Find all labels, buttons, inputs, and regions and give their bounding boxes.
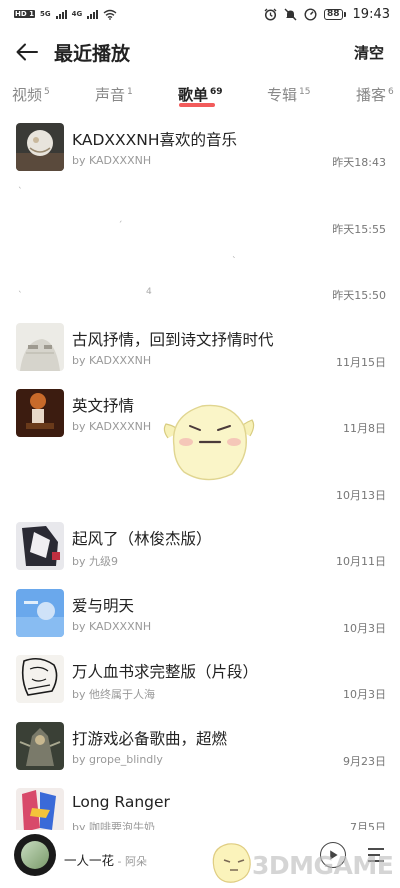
playlist-title: 起风了（林俊杰版）: [72, 530, 212, 548]
played-time: 昨天18:43: [332, 156, 386, 169]
list-item[interactable]: 打游戏必备歌曲，超燃 by grope_blindly 9月23日: [0, 713, 400, 780]
tab-count: 69: [210, 87, 223, 97]
playlist-title: Long Ranger: [72, 793, 170, 811]
tab-label: 播客: [356, 86, 387, 104]
signal-icon: [87, 9, 99, 19]
tab-podcast[interactable]: 播客 6: [356, 84, 394, 105]
tab-audio[interactable]: 声音 1: [95, 84, 133, 105]
playlist-cover: [16, 522, 64, 570]
header: 最近播放 清空: [0, 32, 400, 72]
tab-label: 视频: [12, 86, 43, 104]
now-playing-text: 一人一花 - 阿朵: [64, 850, 147, 869]
list-item[interactable]: 起风了（林俊杰版） by 九级9 10月11日: [0, 513, 400, 580]
now-playing-cover[interactable]: [14, 834, 56, 876]
tab-video[interactable]: 视频 5: [12, 84, 50, 105]
playlist-creator: by KADXXXNH: [72, 353, 152, 367]
list-item[interactable]: 爱与明天 by KADXXXNH 10月3日: [0, 580, 400, 647]
played-time: 10月11日: [336, 555, 386, 568]
played-time: 11月15日: [336, 355, 386, 369]
playlist-creator: by grope_blindly: [72, 752, 163, 766]
mute-icon: [284, 8, 297, 20]
tab-label: 声音: [95, 86, 126, 104]
played-time: 昨天15:55: [332, 222, 386, 236]
played-time: 10月3日: [343, 688, 386, 701]
status-left: HD 1 5G 4G: [14, 9, 117, 20]
playlist-cover: [16, 721, 64, 770]
playlist-creator: by KADXXXNH: [72, 154, 152, 167]
battery-level: 88: [324, 8, 343, 20]
now-playing-artist: 阿朵: [124, 855, 147, 868]
played-time: 10月13日: [336, 488, 386, 502]
list-item[interactable]: ˋ ˊ 昨天15:55: [0, 181, 400, 248]
wifi-icon: [103, 9, 117, 20]
playlist-creator: by KADXXXNH: [72, 619, 152, 633]
playlist-cover: [16, 588, 64, 637]
playlist-creator: by KADXXXNH: [72, 420, 152, 433]
played-time: 10月3日: [343, 621, 386, 635]
blank-mark: 4: [146, 287, 152, 297]
speed-icon: [304, 7, 317, 21]
status-bar: HD 1 5G 4G 88 19:43: [0, 0, 400, 28]
back-arrow-icon: [16, 43, 38, 61]
now-playing-separator: -: [114, 855, 125, 868]
playlist-title: 万人血书求完整版（片段）: [72, 663, 259, 681]
list-item[interactable]: 万人血书求完整版（片段） by 他终属于人海 10月3日: [0, 646, 400, 713]
tab-count: 5: [44, 87, 50, 97]
tab-label: 专辑: [267, 86, 298, 104]
now-playing-song: 一人一花: [64, 853, 115, 868]
list-item[interactable]: 古风抒情，回到诗文抒情时代 by KADXXXNH 11月15日: [0, 314, 400, 381]
playlist-title: 古风抒情，回到诗文抒情时代: [72, 330, 274, 349]
playlist-title: 打游戏必备歌曲，超燃: [72, 729, 228, 748]
playlist-creator: by 九级9: [72, 555, 118, 568]
played-time: 昨天15:50: [332, 289, 386, 302]
signal-icon: [55, 9, 67, 19]
status-right: 88 19:43: [264, 7, 390, 22]
playlist-cover: [16, 322, 64, 371]
net2-label: 4G: [71, 10, 83, 18]
alarm-icon: [264, 8, 277, 21]
mascot-sticker-icon: [163, 404, 255, 481]
tab-count: 15: [299, 87, 311, 97]
tab-album[interactable]: 专辑 15: [267, 84, 310, 105]
clear-button[interactable]: 清空: [354, 42, 384, 63]
playlist-creator: by 他终属于人海: [72, 688, 155, 701]
playlist-cover: [16, 389, 64, 437]
playlist-cover: [16, 655, 64, 703]
played-time: 11月8日: [343, 422, 386, 435]
played-time: 9月23日: [343, 754, 386, 768]
sim1-indicator: HD 1: [14, 10, 35, 18]
watermark-text: 3DMGAME: [252, 851, 394, 880]
playlist-cover: [16, 123, 64, 171]
tab-label: 歌单: [178, 86, 209, 104]
playlist-title: 爱与明天: [72, 596, 135, 615]
list-item[interactable]: KADXXXNH喜欢的音乐 by KADXXXNH 昨天18:43: [0, 114, 400, 181]
clock: 19:43: [352, 6, 390, 22]
back-button[interactable]: [2, 32, 52, 72]
page-title: 最近播放: [54, 42, 131, 65]
playlist-title: 英文抒情: [72, 397, 135, 415]
net1-label: 5G: [39, 10, 51, 18]
tab-count: 6: [388, 87, 394, 97]
tab-playlist[interactable]: 歌单 69: [178, 84, 223, 105]
playlist-title: KADXXXNH喜欢的音乐: [72, 131, 238, 149]
tab-indicator: [179, 103, 215, 107]
battery-icon: 88: [324, 8, 346, 20]
list-item[interactable]: ˎ 4 ˋ 昨天15:50: [0, 247, 400, 314]
tab-count: 1: [127, 87, 133, 97]
playlist-cover: [16, 788, 64, 836]
